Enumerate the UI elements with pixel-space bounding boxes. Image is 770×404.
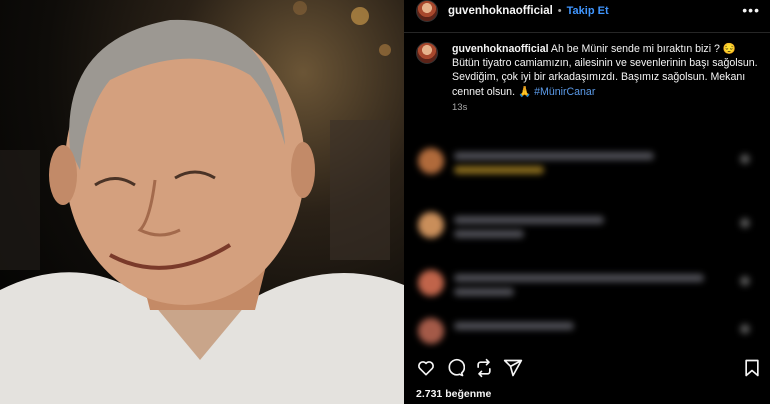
post-photo[interactable] <box>0 0 404 404</box>
post-header: guvenhoknaofficial • Takip Et ••• <box>404 0 770 22</box>
comments-list <box>404 120 770 350</box>
hashtag-link[interactable]: #MünirCanar <box>534 86 595 98</box>
post-time: 13s <box>452 102 468 113</box>
bookmark-icon[interactable] <box>742 358 762 378</box>
caption-username[interactable]: guvenhoknaofficial <box>452 43 549 55</box>
follow-button[interactable]: Takip Et <box>567 5 609 17</box>
username-link[interactable]: guvenhoknaofficial <box>448 5 553 17</box>
list-item <box>418 148 758 182</box>
avatar[interactable] <box>416 0 438 22</box>
header-divider <box>404 32 770 33</box>
repost-icon[interactable] <box>474 358 494 378</box>
comment-icon[interactable] <box>445 358 465 378</box>
portrait-image <box>0 1 404 404</box>
separator-dot: • <box>557 5 562 17</box>
post-actions <box>404 354 770 378</box>
list-item <box>418 212 758 246</box>
caption-avatar[interactable] <box>416 42 438 64</box>
more-horizontal-icon[interactable]: ••• <box>742 2 760 18</box>
caption-text: guvenhoknaofficial Ah be Münir sende mi … <box>452 42 761 99</box>
caption: guvenhoknaofficial Ah be Münir sende mi … <box>416 42 761 99</box>
heart-icon[interactable] <box>416 358 436 378</box>
likes-count[interactable]: 2.731 beğenme <box>416 388 491 400</box>
share-icon[interactable] <box>503 358 523 378</box>
list-item <box>418 318 758 350</box>
post-details-panel: guvenhoknaofficial • Takip Et ••• guvenh… <box>404 0 770 404</box>
list-item <box>418 270 758 304</box>
